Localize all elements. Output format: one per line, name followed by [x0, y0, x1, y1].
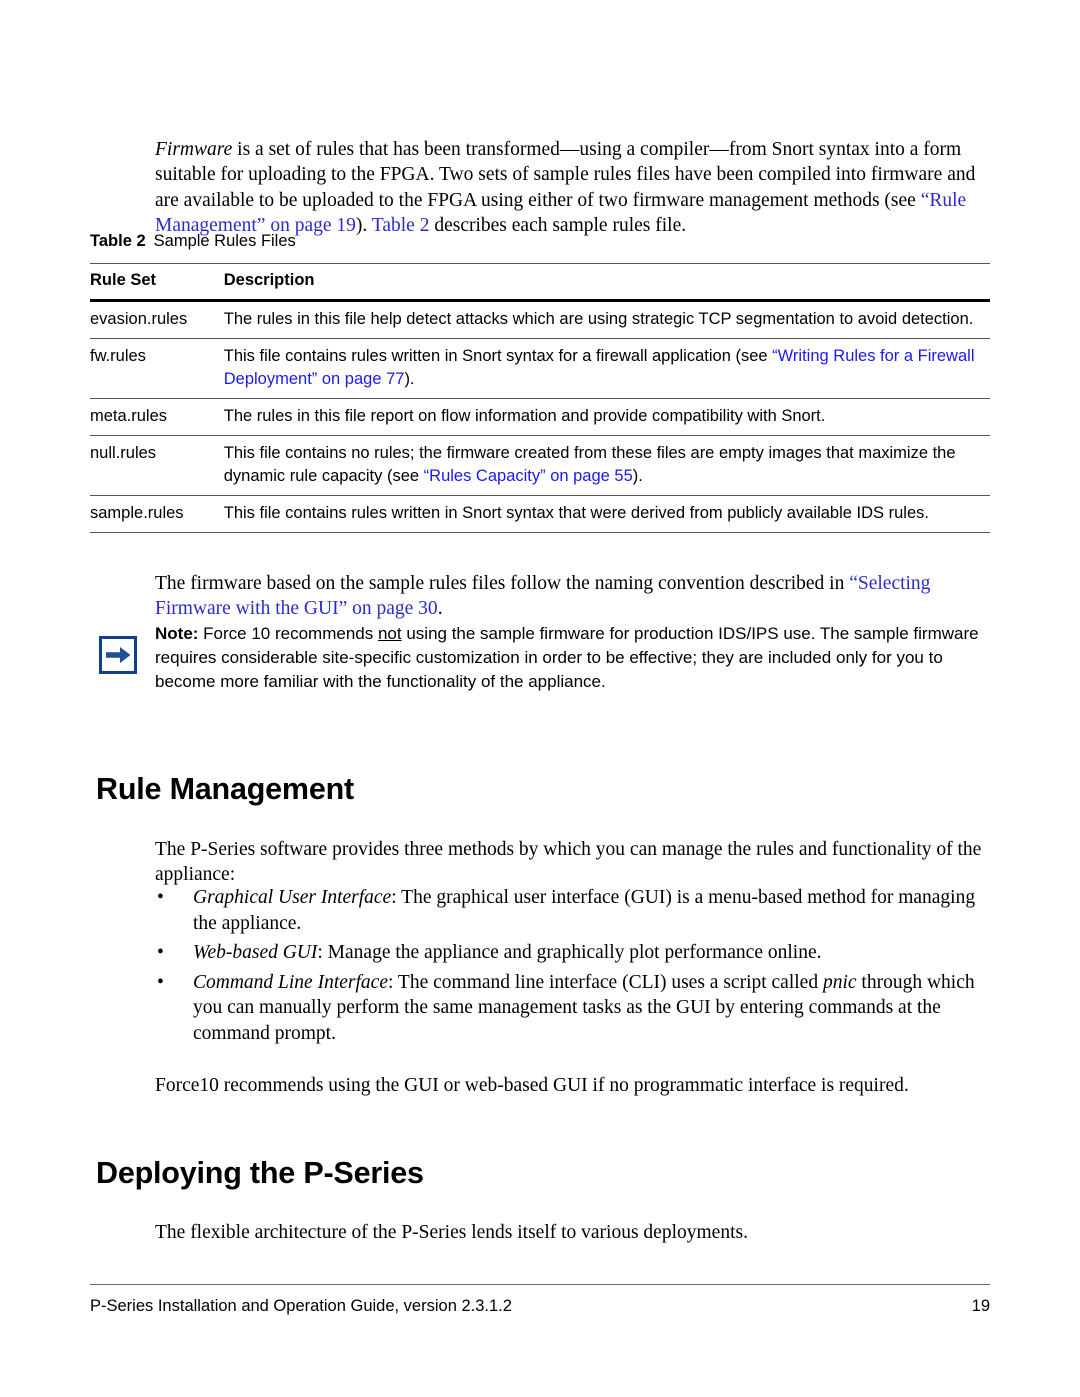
note-text-1: Force 10 recommends	[198, 624, 378, 643]
intro-text-2: ).	[355, 215, 372, 237]
list-item: • Command Line Interface: The command lin…	[155, 970, 985, 1047]
desc-text-pre: This file contains rules written in Snor…	[223, 504, 929, 522]
heading-deploying-p-series: Deploying the P-Series	[96, 1156, 424, 1191]
firmware-naming-text-2: .	[437, 598, 443, 620]
table-row: evasion.rules The rules in this file hel…	[90, 300, 990, 339]
column-header-rule-set: Rule Set	[90, 263, 224, 302]
desc-text-pre: This file contains rules written in Snor…	[223, 347, 773, 365]
desc-link[interactable]: “Rules Capacity” on page 55	[424, 467, 633, 485]
bullet-glyph: •	[157, 971, 164, 993]
cell-rule-set: fw.rules	[90, 338, 224, 399]
table-row: sample.rules This file contains rules wr…	[90, 495, 990, 533]
note-text: Note: Force 10 recommends not using the …	[155, 622, 989, 695]
cell-description: The rules in this file report on flow in…	[223, 398, 990, 436]
note-block: Note: Force 10 recommends not using the …	[99, 622, 989, 695]
cell-rule-set: evasion.rules	[90, 300, 224, 339]
table-head: Rule Set Description	[90, 263, 990, 302]
document-page: Firmware is a set of rules that has been…	[0, 0, 1080, 1397]
heading-rule-management: Rule Management	[96, 772, 354, 807]
cell-description: The rules in this file help detect attac…	[223, 300, 990, 339]
recommendation-paragraph: Force10 recommends using the GUI or web-…	[155, 1074, 909, 1096]
cell-description: This file contains rules written in Snor…	[223, 338, 990, 399]
method-body-pre: : The command line interface (CLI) uses …	[387, 971, 823, 993]
bullet-glyph: •	[157, 942, 164, 964]
desc-text-pre: The rules in this file help detect attac…	[223, 310, 974, 328]
cell-rule-set: null.rules	[90, 435, 224, 496]
method-term: Command Line Interface	[193, 971, 388, 993]
desc-text-post: ).	[404, 370, 415, 388]
page-footer: P-Series Installation and Operation Guid…	[90, 1297, 990, 1316]
method-term: Web-based GUI	[193, 942, 318, 964]
table-row: null.rules This file contains no rules; …	[90, 435, 990, 496]
rule-management-intro-paragraph: The P-Series software provides three met…	[155, 838, 982, 886]
table-row: fw.rules This file contains rules writte…	[90, 338, 990, 399]
desc-text-post: ).	[632, 467, 643, 485]
footer-divider	[90, 1284, 990, 1285]
desc-text-pre: The rules in this file report on flow in…	[223, 407, 826, 425]
table-body: evasion.rules The rules in this file hel…	[90, 300, 990, 533]
link-table-2[interactable]: Table 2	[372, 215, 430, 236]
note-underlined-not: not	[377, 624, 402, 643]
firmware-naming-paragraph: The firmware based on the sample rules f…	[155, 571, 985, 622]
column-header-description: Description	[223, 263, 990, 302]
right-arrow-icon	[99, 636, 137, 674]
table-caption-title: Sample Rules Files	[153, 232, 296, 250]
deploying-paragraph: The flexible architecture of the P-Serie…	[155, 1221, 748, 1243]
note-label: Note:	[155, 624, 199, 643]
firmware-naming-text-1: The firmware based on the sample rules f…	[155, 572, 850, 594]
table-header-row: Rule Set Description	[90, 263, 990, 302]
cell-description: This file contains rules written in Snor…	[223, 495, 990, 533]
method-body-italic-pnic: pnic	[822, 971, 857, 993]
cell-rule-set: sample.rules	[90, 495, 224, 533]
sample-rules-table: Rule Set Description evasion.rules The r…	[90, 263, 990, 533]
method-body: : Manage the appliance and graphically p…	[317, 942, 822, 964]
intro-text-1: is a set of rules that has been transfor…	[155, 138, 976, 211]
method-term: Graphical User Interface	[193, 887, 392, 908]
intro-emphasis-firmware: Firmware	[155, 138, 233, 160]
management-methods-list: • Graphical User Interface: The graphical…	[155, 885, 985, 1051]
table-caption-label: Table 2	[90, 232, 146, 250]
table-row: meta.rules The rules in this file report…	[90, 398, 990, 436]
footer-page-number: 19	[971, 1297, 990, 1315]
list-item: • Graphical User Interface: The graphical…	[155, 885, 985, 936]
footer-title: P-Series Installation and Operation Guid…	[90, 1297, 512, 1315]
intro-text-3: describes each sample rules file.	[429, 215, 687, 237]
table-caption: Table 2 Sample Rules Files	[90, 232, 296, 251]
cell-description: This file contains no rules; the firmwar…	[223, 435, 990, 496]
bullet-glyph: •	[157, 887, 164, 908]
cell-rule-set: meta.rules	[90, 398, 224, 436]
list-item: • Web-based GUI: Manage the appliance and…	[155, 940, 985, 966]
intro-paragraph: Firmware is a set of rules that has been…	[155, 137, 985, 239]
